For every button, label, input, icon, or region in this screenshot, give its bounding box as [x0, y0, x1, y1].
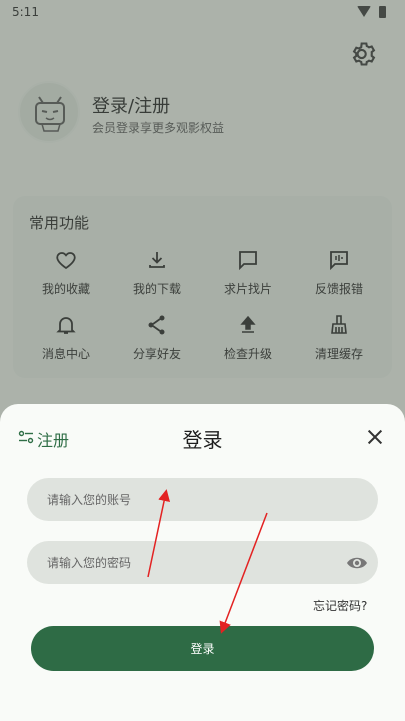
eye-icon[interactable] [346, 555, 368, 571]
sheet-title: 登录 [182, 428, 223, 452]
account-input[interactable] [27, 478, 378, 521]
forgot-password-link[interactable]: 忘记密码? [313, 597, 367, 614]
close-icon[interactable] [366, 428, 384, 446]
login-button[interactable]: 登录 [31, 626, 374, 671]
login-bottom-sheet: 注册 登录 忘记密码? 登录 [0, 404, 405, 721]
password-input[interactable] [27, 541, 378, 584]
